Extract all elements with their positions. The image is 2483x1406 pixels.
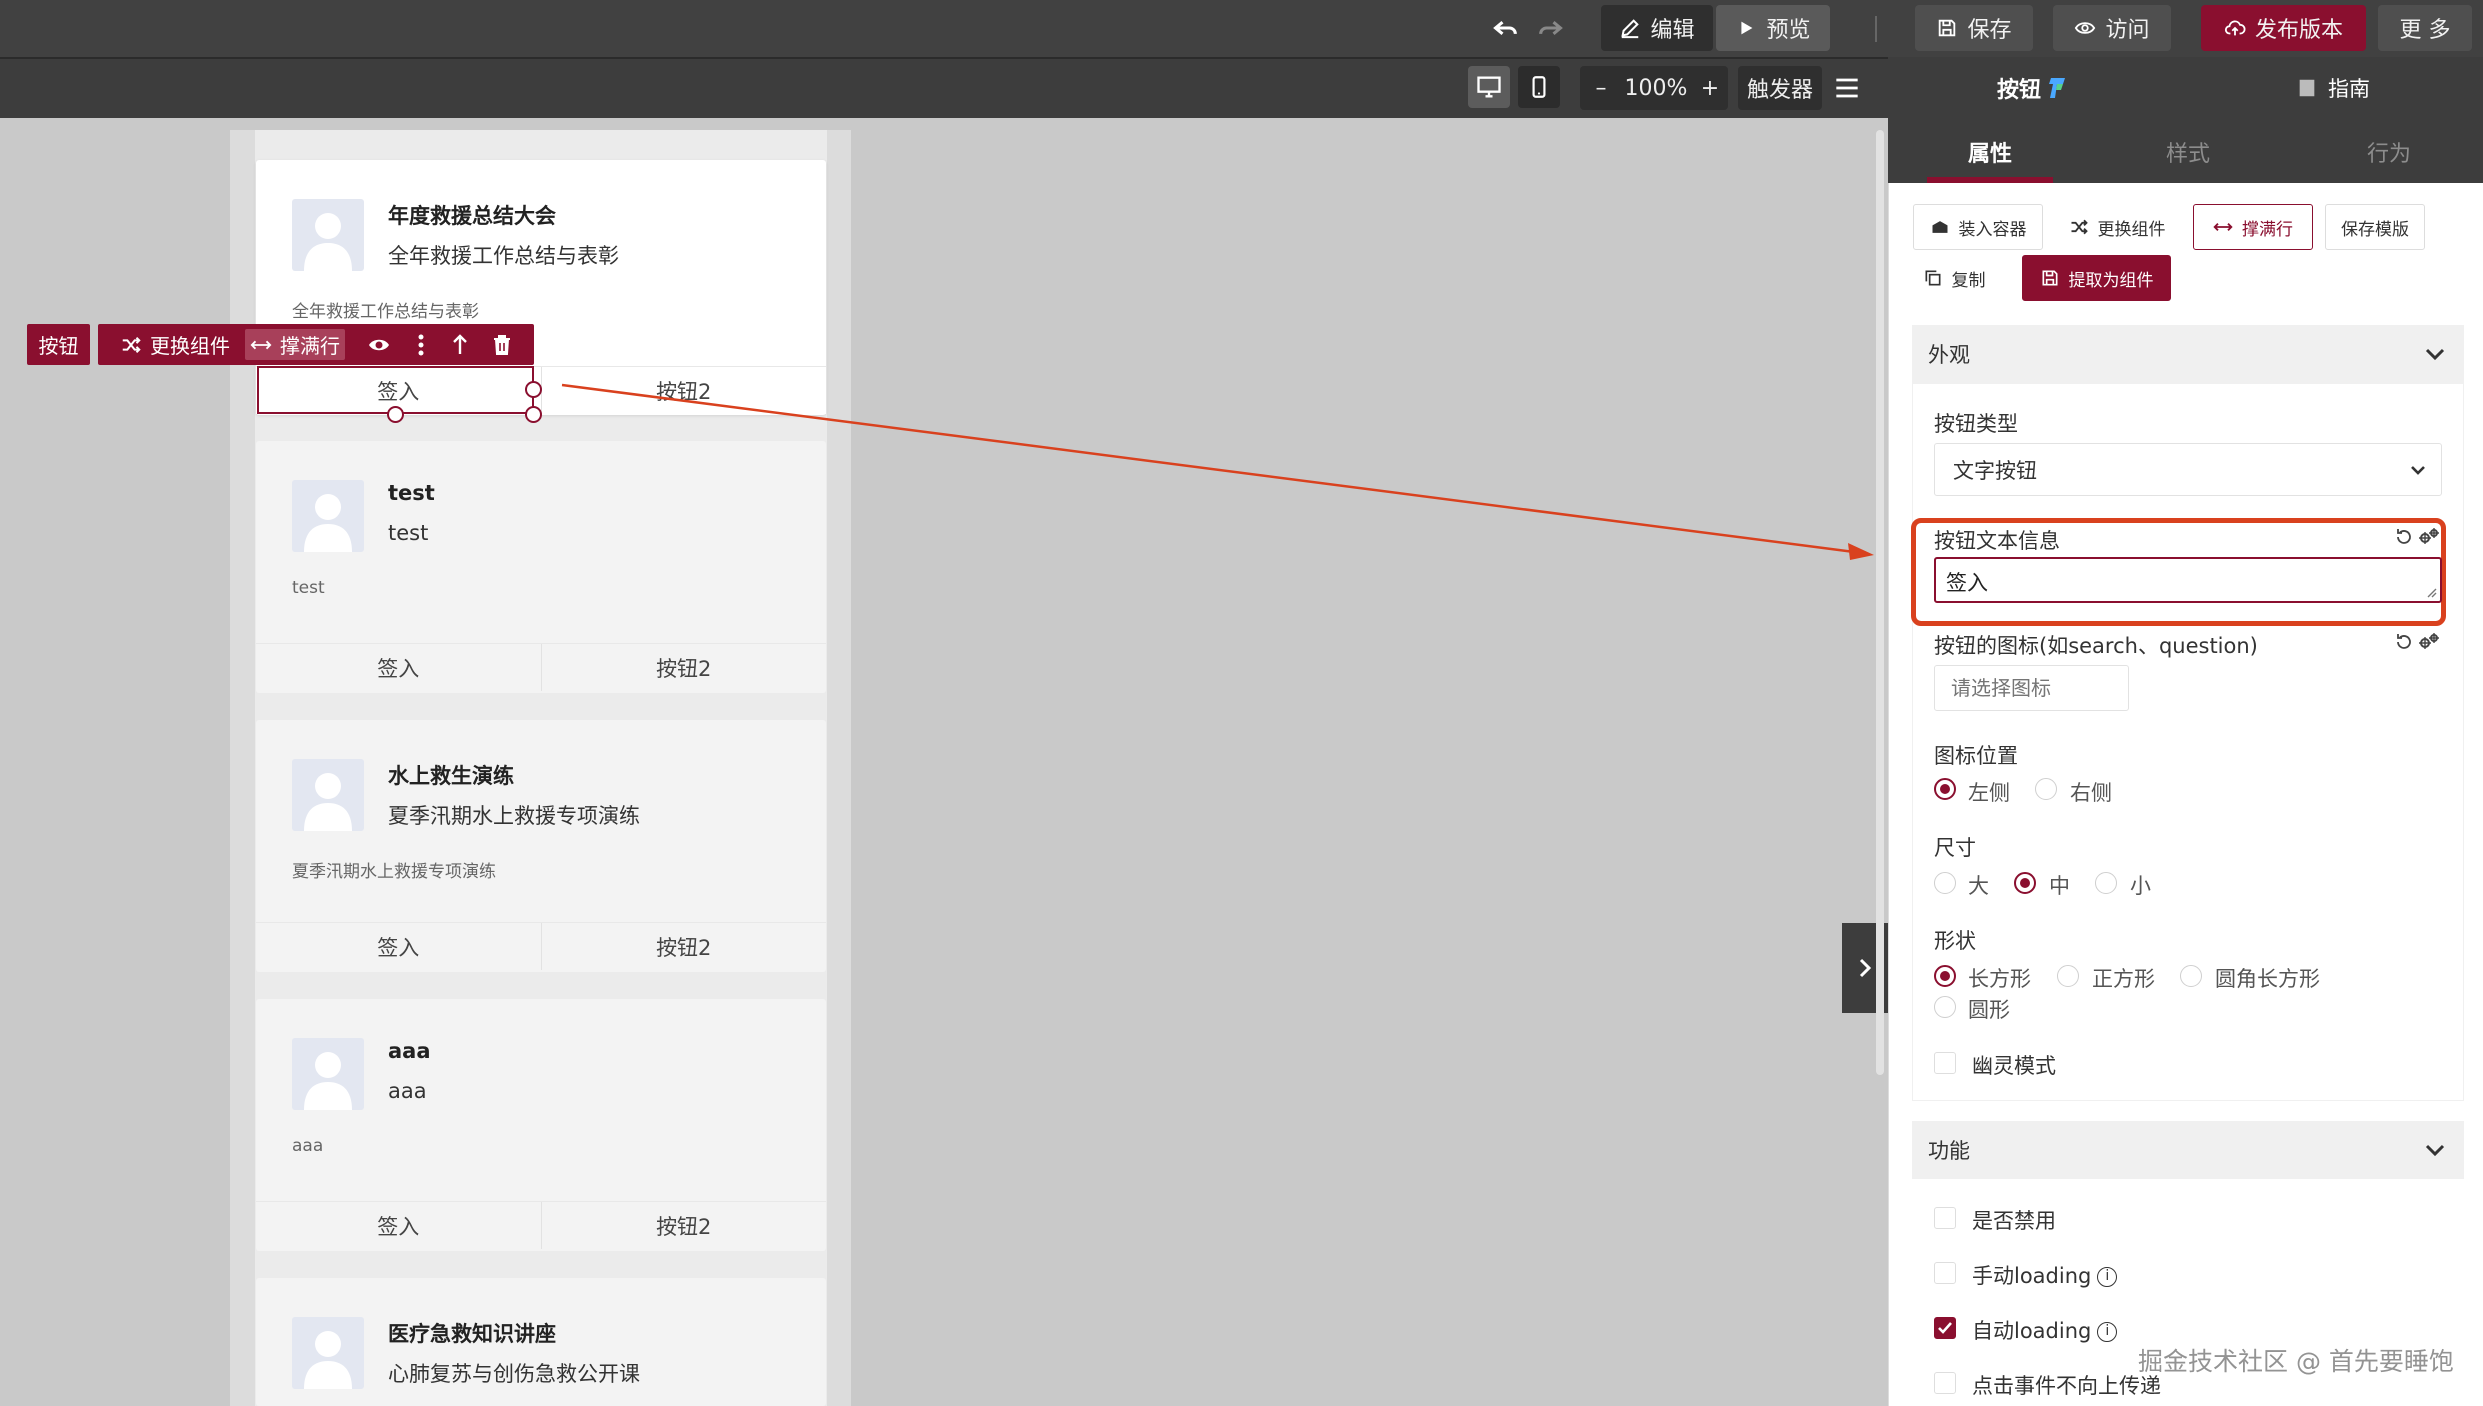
tab-style-label: 样式 [2165, 142, 2210, 167]
extract-component-button[interactable]: 提取为组件 [2022, 255, 2171, 301]
auto-loading-checkbox[interactable] [1934, 1317, 1956, 1339]
save-template-label: 保存模版 [2341, 219, 2409, 240]
copy-button[interactable]: 复制 [1913, 255, 1995, 301]
radio-icon-left[interactable] [1934, 778, 1956, 800]
size-label: 尺寸 [1934, 836, 1976, 860]
binding-gear-icon[interactable] [2418, 632, 2440, 652]
icon-position-label: 图标位置 [1934, 744, 2018, 768]
wrap-container-button[interactable]: 装入容器 [1913, 204, 2043, 250]
radio-icon-right-label: 右侧 [2070, 781, 2112, 805]
chevron-down-icon [2425, 348, 2445, 361]
box-icon [1932, 221, 1947, 233]
tab-style[interactable]: 样式 [2125, 121, 2251, 183]
chevron-down-icon [2425, 1144, 2445, 1157]
radio-shape-circle[interactable] [1934, 996, 1956, 1018]
chevron-right-icon [1859, 958, 1872, 978]
radio-size-large[interactable] [1934, 872, 1956, 894]
ghost-mode-checkbox[interactable] [1934, 1052, 1956, 1074]
watermark: 掘金技术社区 @ 首先要睡饱 [2138, 1347, 2454, 1376]
replace-component-label: 更换组件 [2097, 219, 2166, 240]
manual-loading-checkbox[interactable] [1934, 1262, 1956, 1284]
button-type-value: 文字按钮 [1953, 458, 2037, 483]
radio-icon-right[interactable] [2035, 778, 2057, 800]
brand-logo-icon [2049, 78, 2066, 98]
check-icon [1938, 1322, 1952, 1334]
copy-icon [1925, 270, 1940, 286]
disabled-label: 是否禁用 [1972, 1209, 2056, 1233]
book-icon [2299, 79, 2315, 97]
appearance-section-title: 外观 [1928, 343, 1970, 367]
arrows-horizontal-icon [2213, 223, 2233, 231]
radio-size-small[interactable] [2095, 872, 2117, 894]
no-propagation-label: 点击事件不向上传递 [1972, 1374, 2161, 1398]
auto-loading-row: 自动loading i [1972, 1315, 2118, 1345]
function-section-title: 功能 [1928, 1139, 1970, 1163]
guide-label: 指南 [2328, 77, 2370, 101]
manual-loading-label: 手动loading [1972, 1264, 2092, 1288]
tab-properties-label: 属性 [1967, 142, 2012, 167]
panel-title-label: 按钮 [1997, 78, 2042, 103]
tab-properties[interactable]: 属性 [1927, 121, 2053, 183]
binding-gear-icon[interactable] [2418, 527, 2440, 547]
wrap-container-label: 装入容器 [1958, 219, 2027, 240]
no-propagation-checkbox[interactable] [1934, 1372, 1956, 1394]
shape-label: 形状 [1934, 929, 1976, 953]
icon-picker-input[interactable] [1934, 665, 2129, 711]
replace-component-panel-button[interactable]: 更换组件 [2053, 204, 2181, 250]
appearance-section-header[interactable]: 外观 [1912, 325, 2464, 383]
shuffle-icon [2071, 219, 2088, 235]
button-type-label: 按钮类型 [1934, 412, 2018, 436]
radio-shape-rounded[interactable] [2180, 965, 2202, 987]
auto-loading-label: 自动loading [1972, 1319, 2092, 1343]
radio-shape-rectangle-label: 长方形 [1968, 967, 2031, 991]
button-icon-label: 按钮的图标(如search、question) [1934, 634, 2258, 658]
function-section-header[interactable]: 功能 [1912, 1121, 2464, 1179]
fill-row-panel-label: 撑满行 [2242, 219, 2293, 240]
tab-behavior-label: 行为 [2366, 142, 2411, 167]
info-icon[interactable]: i [2097, 1322, 2118, 1342]
radio-size-large-label: 大 [1968, 874, 1989, 898]
save-template-button[interactable]: 保存模版 [2325, 204, 2425, 250]
disabled-checkbox[interactable] [1934, 1207, 1956, 1229]
copy-label: 复制 [1951, 270, 1986, 291]
fill-row-panel-button[interactable]: 撑满行 [2193, 204, 2313, 250]
active-tab-indicator [1927, 177, 2053, 183]
button-text-input[interactable]: 签入 [1934, 557, 2442, 603]
panel-title: 按钮 [1997, 70, 2067, 106]
radio-shape-rectangle[interactable] [1934, 965, 1956, 987]
panel-scrollbar[interactable] [1876, 130, 1884, 1075]
save-icon [2042, 270, 2057, 286]
radio-size-medium-label: 中 [2049, 874, 2070, 898]
guide-button[interactable]: 指南 [2296, 70, 2370, 106]
resize-grip-icon [2427, 588, 2437, 598]
chevron-down-icon [2411, 466, 2425, 475]
button-text-value: 签入 [1946, 571, 1988, 595]
info-icon[interactable]: i [2097, 1267, 2118, 1287]
tab-behavior[interactable]: 行为 [2326, 121, 2452, 183]
radio-size-medium[interactable] [2014, 872, 2036, 894]
ghost-mode-label: 幽灵模式 [1972, 1054, 2056, 1078]
radio-icon-left-label: 左侧 [1968, 781, 2010, 805]
radio-shape-circle-label: 圆形 [1968, 998, 2010, 1022]
button-text-label: 按钮文本信息 [1934, 529, 2060, 553]
button-type-select[interactable]: 文字按钮 [1934, 443, 2442, 496]
radio-size-small-label: 小 [2130, 874, 2151, 898]
manual-loading-row: 手动loading i [1972, 1260, 2118, 1290]
radio-shape-rounded-label: 圆角长方形 [2215, 967, 2320, 991]
panel-header [1888, 57, 2483, 121]
reset-icon[interactable] [2394, 632, 2414, 652]
radio-shape-square[interactable] [2057, 965, 2079, 987]
extract-component-label: 提取为组件 [2068, 270, 2154, 291]
radio-shape-square-label: 正方形 [2092, 967, 2155, 991]
reset-icon[interactable] [2394, 527, 2414, 547]
